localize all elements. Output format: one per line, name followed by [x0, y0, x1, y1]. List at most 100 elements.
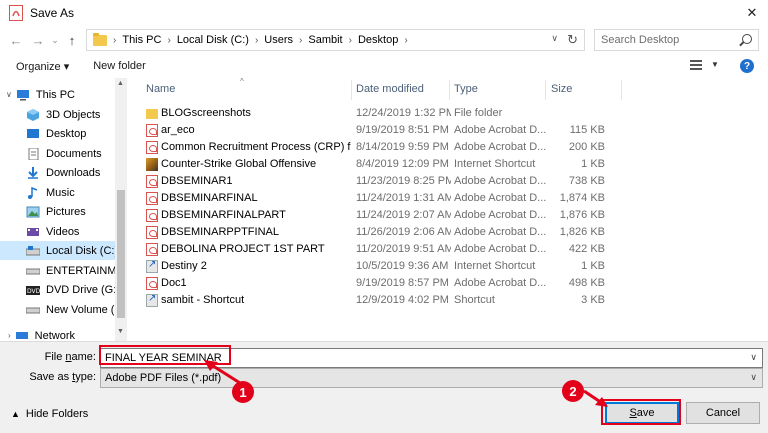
file-date: 12/9/2019 4:02 PM — [356, 294, 449, 306]
sidebar-item-label: Local Disk (C:) — [46, 244, 118, 257]
new-folder-button[interactable]: New folder — [93, 60, 146, 72]
sort-ascending-icon: ^ — [240, 77, 244, 86]
breadcrumb-local-disk[interactable]: Local Disk (C:) — [177, 34, 249, 46]
cancel-button[interactable]: Cancel — [686, 402, 760, 424]
sidebar-item-label: Videos — [46, 225, 80, 238]
pictures-icon — [26, 206, 40, 217]
sidebar-item-3d-objects[interactable]: 3D Objects — [0, 105, 118, 124]
sidebar-item-label: Documents — [46, 147, 102, 160]
file-row[interactable]: DEBOLINA PROJECT 1ST PART 11/20/2019 9:5… — [137, 241, 768, 258]
game-shortcut-icon — [146, 158, 158, 171]
sidebar-item-pictures[interactable]: Pictures — [0, 202, 118, 221]
file-date: 10/5/2019 9:36 AM — [356, 260, 449, 272]
file-name: Destiny 2 — [161, 260, 207, 272]
organize-menu[interactable]: Organize ▾ — [16, 60, 69, 73]
file-date: 11/26/2019 2:06 AM — [356, 226, 451, 238]
pc-icon — [16, 89, 29, 100]
file-size: 115 KB — [569, 124, 605, 136]
sidebar-item-new-volume[interactable]: New Volume (H:) — [0, 300, 118, 319]
network-icon — [15, 331, 28, 339]
breadcrumb-users[interactable]: Users — [264, 34, 293, 46]
sidebar-scrollbar[interactable]: ▲ ▼ — [115, 78, 127, 341]
hide-folders-button[interactable]: ▲ Hide Folders — [11, 408, 88, 420]
recent-locations-dropdown[interactable]: ⌄ — [49, 29, 61, 51]
sidebar-item-label: Network — [34, 329, 76, 342]
column-header-name[interactable]: Name — [146, 83, 175, 95]
close-button[interactable]: ✕ — [736, 0, 768, 26]
sidebar-item-label: 3D Objects — [46, 108, 101, 121]
file-name: sambit - Shortcut — [161, 294, 245, 306]
file-name: ar_eco — [161, 124, 195, 136]
window-title: Save As — [30, 6, 75, 20]
sidebar-item-network[interactable]: › Network — [0, 326, 118, 342]
back-button[interactable]: ← — [5, 29, 27, 51]
file-date: 11/24/2019 2:07 AM — [356, 209, 451, 221]
file-size: 1,876 KB — [559, 209, 605, 221]
sidebar-item-documents[interactable]: Documents — [0, 144, 118, 163]
chevron-down-icon[interactable]: ∨ — [6, 90, 12, 99]
file-row[interactable]: Counter-Strike Global Offensive 8/4/2019… — [137, 156, 768, 173]
address-bar[interactable]: › This PC › Local Disk (C:) › Users › Sa… — [86, 29, 585, 51]
column-header-date[interactable]: Date modified — [356, 83, 424, 95]
file-row[interactable]: Common Recruitment Process (CRP) for ...… — [137, 139, 768, 156]
file-name-label: File name: — [44, 351, 96, 363]
file-type: Internet Shortcut — [454, 260, 536, 272]
sidebar-item-desktop[interactable]: Desktop — [0, 124, 118, 143]
folder-icon — [146, 109, 158, 119]
help-button[interactable]: ? — [740, 59, 754, 73]
sidebar-item-label: Pictures — [46, 205, 86, 218]
breadcrumb-this-pc[interactable]: This PC — [122, 34, 161, 46]
sidebar-item-downloads[interactable]: Downloads — [0, 163, 118, 182]
scroll-down-icon[interactable]: ▼ — [117, 328, 124, 335]
view-dropdown-button[interactable]: ▼ — [711, 60, 719, 69]
download-icon — [28, 166, 38, 179]
sidebar-item-entertainment[interactable]: ENTERTAINMENT ( — [0, 261, 118, 280]
sidebar-item-label: ENTERTAINMENT ( — [46, 264, 118, 277]
file-size: 498 KB — [568, 277, 605, 289]
file-type: Adobe Acrobat D... — [454, 124, 547, 136]
sidebar-item-videos[interactable]: Videos — [0, 222, 118, 241]
file-row[interactable]: Doc1 9/19/2019 8:57 PM Adobe Acrobat D..… — [137, 275, 768, 292]
file-type: Adobe Acrobat D... — [454, 209, 547, 221]
column-header-size[interactable]: Size — [551, 83, 572, 95]
scrollbar-thumb[interactable] — [117, 190, 125, 318]
file-row[interactable]: sambit - Shortcut 12/9/2019 4:02 PM Shor… — [137, 292, 768, 309]
navigation-pane: ∨ This PC 3D Objects Desktop Documents D… — [0, 78, 127, 341]
file-type: Adobe Acrobat D... — [454, 243, 547, 255]
command-toolbar: Organize ▾ New folder ▼ ? — [0, 54, 768, 78]
file-date: 9/19/2019 8:57 PM — [356, 277, 449, 289]
pdf-file-icon — [146, 124, 158, 137]
breadcrumb-sambit[interactable]: Sambit — [308, 34, 342, 46]
view-options-icon[interactable] — [690, 60, 702, 71]
chevron-up-icon: ▲ — [11, 409, 20, 419]
scroll-up-icon[interactable]: ▲ — [117, 80, 124, 87]
file-row[interactable]: DBSEMINARFINAL 11/24/2019 1:31 AM Adobe … — [137, 190, 768, 207]
file-row[interactable]: ar_eco 9/19/2019 8:51 PM Adobe Acrobat D… — [137, 122, 768, 139]
sidebar-item-music[interactable]: Music — [0, 183, 118, 202]
chevron-down-icon[interactable]: ∨ — [750, 352, 757, 363]
sidebar-item-local-disk[interactable]: Local Disk (C:) — [0, 241, 118, 260]
address-dropdown-button[interactable]: ∨ — [551, 33, 558, 44]
sidebar-item-label: Desktop — [46, 127, 87, 140]
annotation-arrow-2 — [583, 389, 608, 407]
sidebar-item-this-pc[interactable]: ∨ This PC — [0, 85, 118, 104]
chevron-right-icon: › — [113, 34, 117, 46]
column-header-type[interactable]: Type — [454, 83, 478, 95]
sidebar-item-dvd-drive[interactable]: DVD DVD Drive (G:) C — [0, 280, 118, 299]
file-row[interactable]: DBSEMINAR1 11/23/2019 8:25 PM Adobe Acro… — [137, 173, 768, 190]
file-row[interactable]: DBSEMINARFINALPART 11/24/2019 2:07 AM Ad… — [137, 207, 768, 224]
search-input[interactable]: Search Desktop — [594, 29, 759, 51]
pdf-app-icon — [9, 5, 23, 21]
refresh-button[interactable]: ↻ — [567, 32, 578, 48]
forward-button[interactable]: → — [27, 29, 49, 51]
breadcrumb-desktop[interactable]: Desktop — [358, 34, 398, 46]
chevron-right-icon[interactable]: › — [8, 331, 11, 340]
up-button[interactable]: ↑ — [61, 29, 83, 51]
file-row[interactable]: Destiny 2 10/5/2019 9:36 AM Internet Sho… — [137, 258, 768, 275]
pdf-file-icon — [146, 175, 158, 188]
shortcut-icon — [146, 259, 158, 273]
file-size: 1,874 KB — [559, 192, 605, 204]
file-row[interactable]: DBSEMINARPPTFINAL 11/26/2019 2:06 AM Ado… — [137, 224, 768, 241]
file-row[interactable]: BLOGscreenshots 12/24/2019 1:32 PM File … — [137, 105, 768, 122]
file-name: DBSEMINAR1 — [161, 175, 233, 187]
